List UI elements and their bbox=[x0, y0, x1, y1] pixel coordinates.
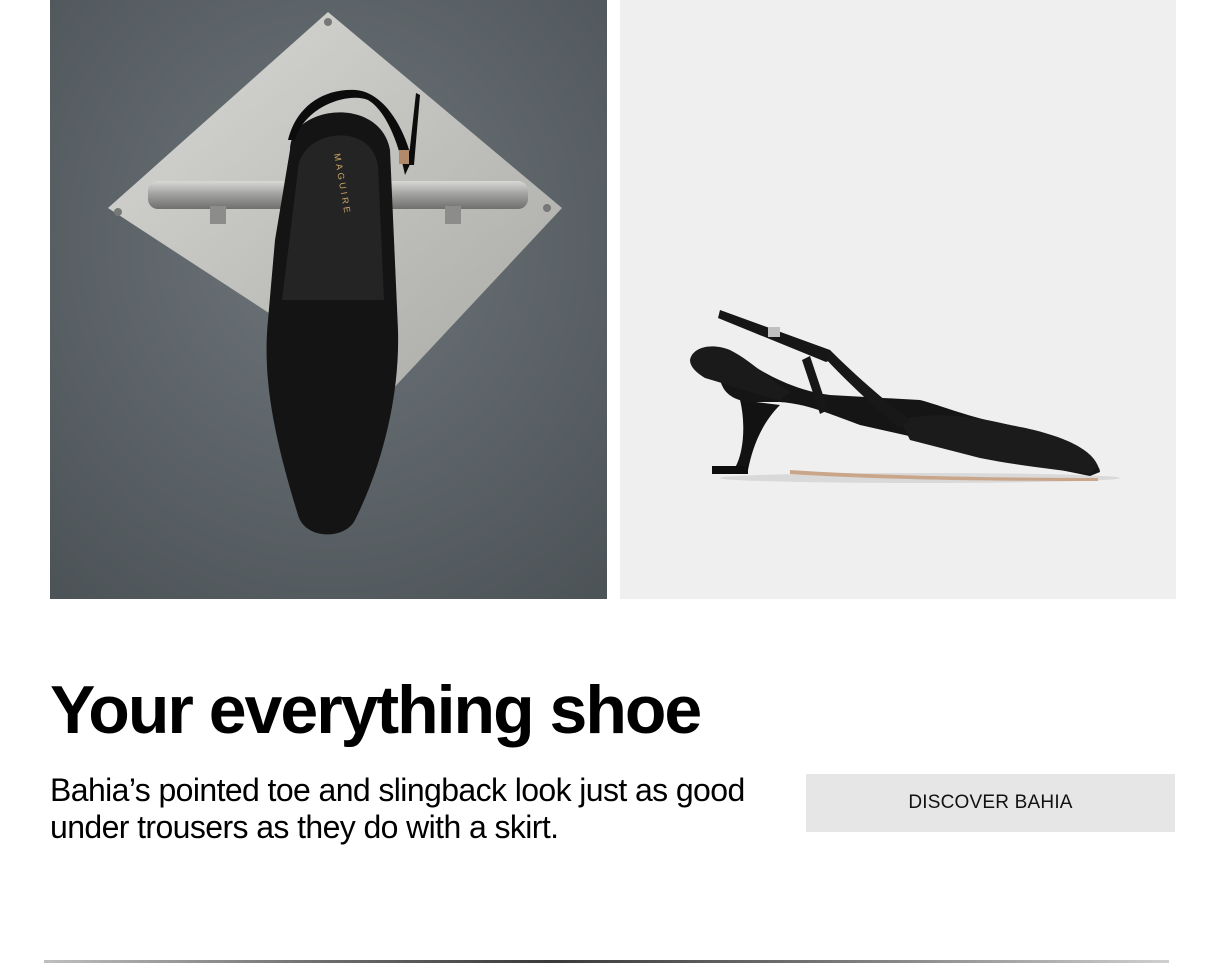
lifestyle-image-graphic: MAGUIRE bbox=[50, 0, 607, 599]
product-image[interactable] bbox=[620, 0, 1176, 599]
page-title: Your everything shoe bbox=[50, 672, 702, 748]
product-image-graphic bbox=[620, 0, 1176, 599]
discover-bahia-button[interactable]: DISCOVER BAHIA bbox=[806, 774, 1175, 832]
description-text: Bahia’s pointed toe and slingback look j… bbox=[50, 772, 745, 845]
lifestyle-image[interactable]: MAGUIRE bbox=[50, 0, 607, 599]
